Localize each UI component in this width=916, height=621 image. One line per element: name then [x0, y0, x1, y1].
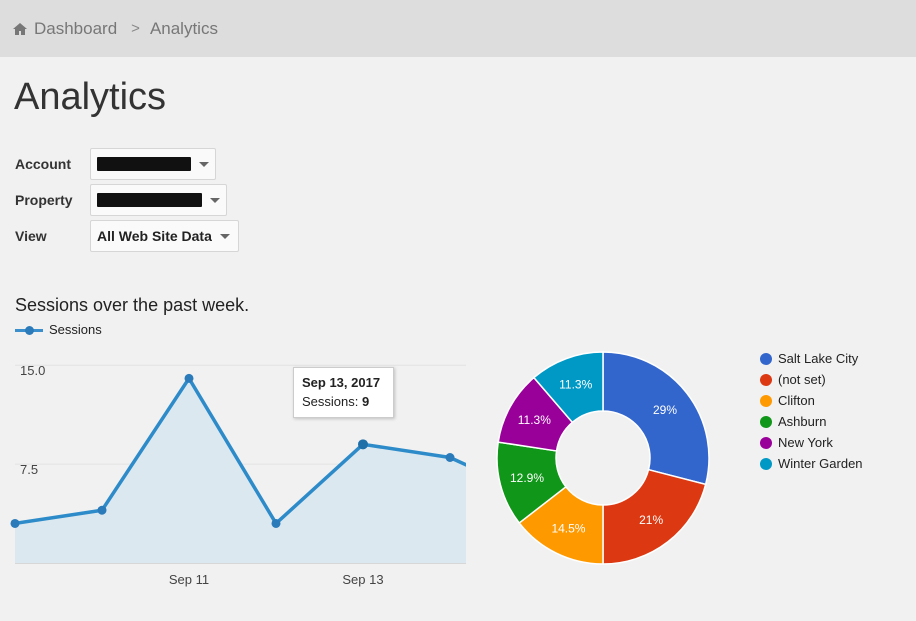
- property-label: Property: [15, 192, 73, 208]
- location-legend: Salt Lake City (not set) Clifton Ashburn New…: [760, 348, 863, 474]
- chevron-down-icon: [219, 233, 230, 239]
- view-label: View: [15, 228, 47, 244]
- location-donut-chart[interactable]: 29% 21% 14.5% 12.9% 11.3% 11.3%: [490, 345, 720, 575]
- donut-slice: [602, 351, 710, 486]
- tooltip-label: Sessions:: [302, 394, 359, 409]
- breadcrumb: Dashboard > Analytics: [12, 19, 218, 39]
- breadcrumb-dashboard-link[interactable]: Dashboard: [34, 19, 117, 39]
- tooltip-date: Sep 13, 2017: [302, 375, 381, 390]
- breadcrumb-separator: >: [131, 20, 140, 37]
- view-select-value: All Web Site Data: [97, 228, 212, 244]
- sessions-data-point: [445, 453, 455, 462]
- account-row: Account: [15, 148, 216, 180]
- sessions-legend[interactable]: Sessions: [15, 322, 102, 337]
- chevron-down-icon: [199, 161, 209, 167]
- location-legend-label: (not set): [778, 372, 826, 387]
- y-tick-label: 15.0: [20, 363, 45, 378]
- donut-slice-label: 12.9%: [510, 471, 544, 485]
- account-select[interactable]: [90, 148, 216, 180]
- home-icon: [13, 22, 27, 35]
- sessions-data-point: [184, 373, 194, 383]
- breadcrumb-current: Analytics: [149, 18, 218, 38]
- sessions-legend-swatch: [15, 323, 43, 337]
- view-select[interactable]: All Web Site Data: [90, 220, 239, 252]
- x-tick-label: Sep 11: [169, 572, 209, 587]
- sessions-data-point: [10, 518, 20, 528]
- x-tick-label: Sep 13: [342, 572, 383, 587]
- property-select[interactable]: [90, 184, 227, 216]
- view-row: View All Web Site Data: [15, 220, 239, 252]
- chevron-down-icon: [210, 197, 220, 203]
- tooltip-value: 9: [362, 394, 370, 409]
- location-legend-label: Clifton: [778, 393, 815, 408]
- donut-slice-label: 21%: [639, 513, 663, 527]
- location-legend-item[interactable]: New York: [760, 432, 863, 453]
- location-legend-label: Salt Lake City: [778, 351, 859, 366]
- location-legend-label: New York: [778, 435, 833, 450]
- legend-color-dot: [760, 436, 772, 449]
- donut-slice-label: 14.5%: [551, 521, 585, 535]
- location-legend-label: Winter Garden: [778, 456, 863, 471]
- sessions-data-point: [358, 439, 368, 450]
- legend-color-dot: [760, 352, 772, 365]
- donut-slice-label: 29%: [653, 403, 677, 417]
- property-row: Property: [15, 184, 227, 216]
- location-legend-item[interactable]: Winter Garden: [760, 453, 863, 474]
- legend-color-dot: [760, 394, 772, 407]
- legend-color-dot: [760, 373, 772, 386]
- sessions-legend-label: Sessions: [49, 322, 102, 337]
- location-legend-item[interactable]: (not set): [760, 369, 863, 390]
- location-legend-item[interactable]: Clifton: [760, 390, 863, 411]
- property-redacted-value: [97, 193, 202, 207]
- sessions-line-chart[interactable]: 7.5 15.0 Sep 11 Sep 13: [0, 340, 470, 600]
- legend-color-dot: [760, 415, 772, 428]
- chart-tooltip: Sep 13, 2017 Sessions: 9: [293, 367, 394, 418]
- y-tick-label: 7.5: [20, 462, 38, 477]
- top-bar: Dashboard > Analytics: [0, 0, 916, 57]
- donut-slice-label: 11.3%: [559, 377, 592, 391]
- tooltip-pointer: [359, 418, 363, 441]
- account-redacted-value: [97, 157, 191, 171]
- sessions-data-point: [97, 505, 107, 515]
- location-legend-label: Ashburn: [778, 414, 827, 429]
- page-title: Analytics: [14, 76, 167, 118]
- legend-color-dot: [760, 457, 772, 470]
- location-legend-item[interactable]: Salt Lake City: [760, 348, 863, 369]
- donut-slice-label: 11.3%: [518, 413, 551, 427]
- sessions-chart-title: Sessions over the past week.: [15, 295, 250, 315]
- sessions-data-point: [271, 518, 281, 528]
- account-label: Account: [15, 156, 71, 172]
- location-legend-item[interactable]: Ashburn: [760, 411, 863, 432]
